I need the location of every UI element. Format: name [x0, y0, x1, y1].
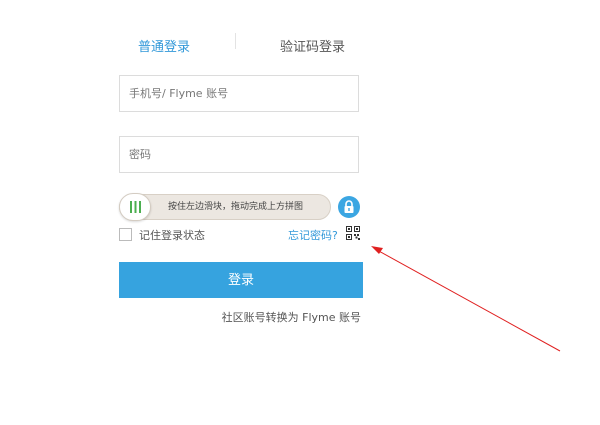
login-button[interactable]: 登录: [119, 262, 363, 298]
lock-icon: [344, 200, 354, 213]
qr-code-icon[interactable]: [346, 226, 360, 240]
tab-divider: [235, 33, 236, 49]
remember-label: 记住登录状态: [139, 229, 205, 242]
remember-checkbox[interactable]: [119, 228, 132, 241]
password-input[interactable]: [120, 137, 358, 172]
slider-captcha-track[interactable]: 按住左边滑块，拖动完成上方拼图: [119, 193, 331, 221]
slider-knob[interactable]: [119, 193, 151, 221]
tab-normal-login[interactable]: 普通登录: [138, 36, 190, 55]
password-field-wrapper: [119, 136, 359, 173]
convert-account-link[interactable]: 社区账号转换为 Flyme 账号: [222, 309, 361, 325]
forgot-password-link[interactable]: 忘记密码?: [288, 227, 338, 243]
account-input[interactable]: [120, 76, 358, 111]
drag-handle-icon: [130, 201, 141, 213]
slider-hint-text: 按住左边滑块，拖动完成上方拼图: [168, 202, 304, 212]
login-page: 普通登录 验证码登录 按住左边滑块，拖动完成上方拼图 记住登录状态 忘记密码?: [0, 0, 600, 425]
account-field-wrapper: [119, 75, 359, 112]
lock-button[interactable]: [338, 196, 360, 218]
tab-sms-login[interactable]: 验证码登录: [280, 36, 345, 55]
